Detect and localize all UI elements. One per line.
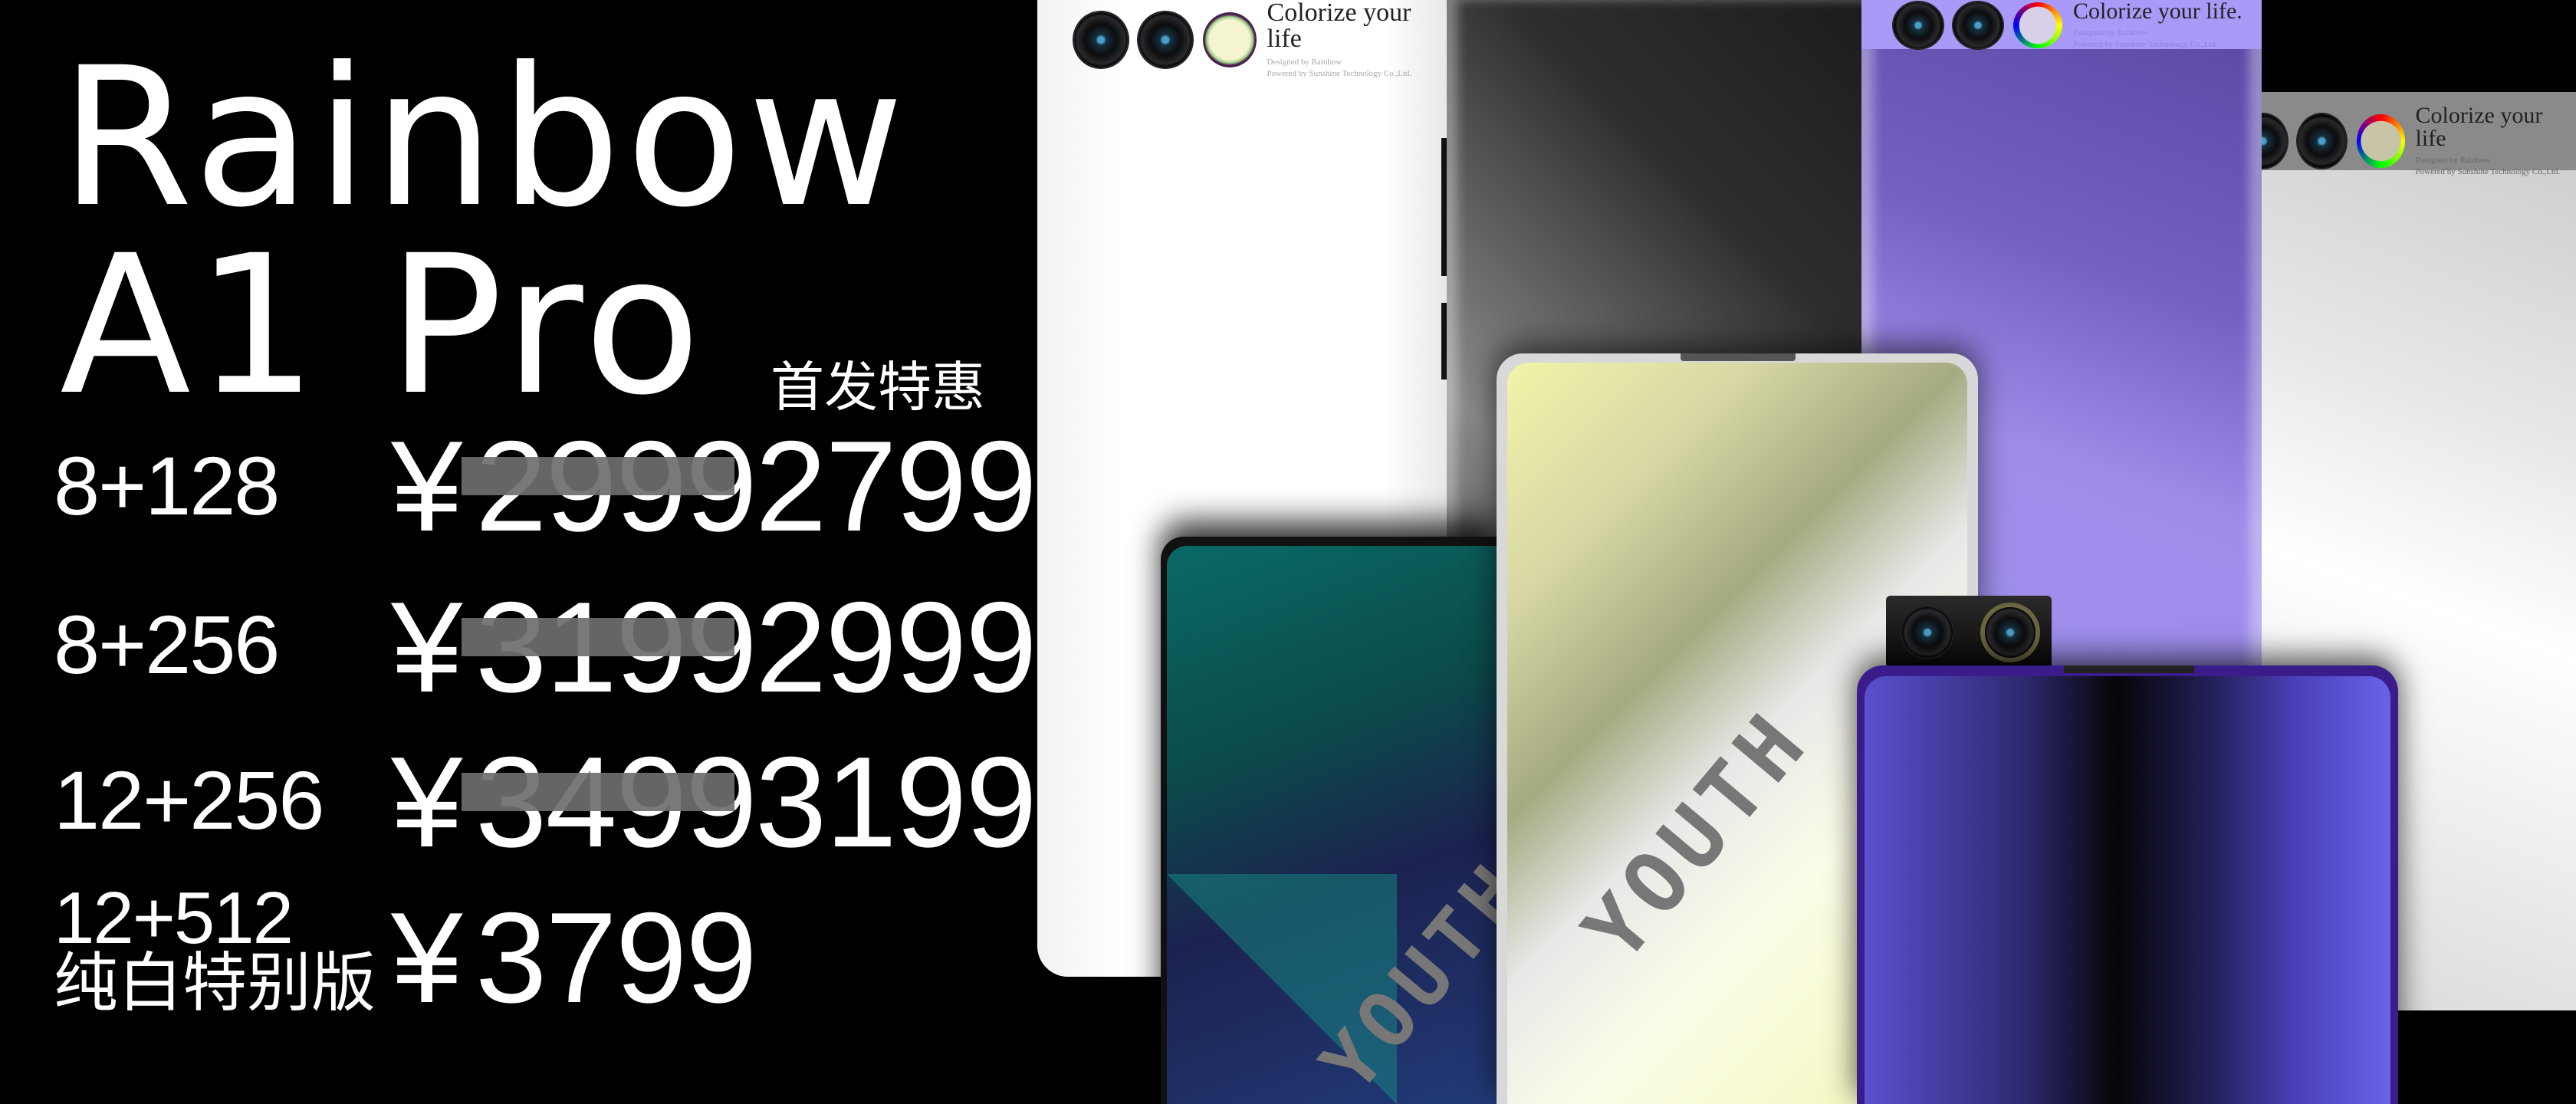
spec-8-128: 8+128 [54,439,280,532]
promo-price: 2999 [755,575,1037,719]
spec-8-256: 8+256 [54,598,280,691]
slogan: Colorize your life. [2073,0,2242,24]
promo-price: 2799 [755,414,1037,558]
product-name-line1: Rainbow [60,26,909,249]
currency-symbol: ¥ [391,886,462,1030]
branding-text: Colorize your life Designed by Rainbow Po… [1267,0,1447,80]
camera-module: Colorize your life Designed by Rainbow Po… [1074,0,1447,80]
promo-label: 首发特惠 [770,356,985,419]
flash-ring-icon [2356,113,2405,168]
camera-lens-icon [1138,12,1192,67]
camera-lens-icon [2297,113,2346,168]
speaker-grille [1681,353,1796,361]
strikethrough-bar [462,773,734,811]
camera-lens-icon [1953,2,2003,48]
currency-symbol: ¥ [391,575,462,719]
strikethrough-bar [462,457,734,495]
edition-price: 3799 [475,886,757,1030]
popup-camera [1886,596,2052,669]
branding-text: Colorize your life Designed by Rainbow Po… [2416,104,2576,178]
spec-12-512: 12+512 [54,877,294,959]
slogan: Colorize your life [1267,0,1411,53]
designed-by: Designed by Rainbow [1267,58,1342,67]
designed-by: Designed by Rainbow [2073,28,2148,38]
camera-lens-icon [2262,113,2287,168]
product-name-line2: A1 Pro [60,214,706,437]
branding-text: Colorize your life. Designed by Rainbow P… [2073,0,2242,51]
promo-price: 3199 [755,730,1037,874]
designed-by: Designed by Rainbow [2415,156,2491,165]
camera-lens-icon [1074,12,1128,67]
spec-12-256: 12+256 [54,754,324,846]
slogan: Colorize your life [2415,103,2543,151]
phone-indigo-front [1857,665,2398,1104]
flash-ring-icon [2013,2,2062,48]
strikethrough-bar [462,618,734,656]
powered-by: Powered by Sunshine Technology Co.,Ltd. [2415,166,2561,176]
currency-symbol: ¥ [391,414,462,558]
edition-label: 纯白特别版 [54,945,376,1020]
flash-ring-icon [1202,12,1257,67]
powered-by: Powered by Sunshine Technology Co.,Ltd. [1267,68,1412,78]
powered-by: Powered by Sunshine Technology Co.,Ltd. [2073,39,2218,49]
camera-module: Colorize your life. Designed by Rainbow P… [1894,0,2242,51]
speaker-grille [2064,665,2194,673]
camera-module: Colorize your life Designed by Rainbow Po… [2262,104,2576,178]
currency-symbol: ¥ [391,730,462,874]
camera-lens-icon [1985,606,2036,658]
phone-teal-front: YOUTH [1161,537,1498,1104]
camera-lens-icon [1894,2,1943,48]
camera-lens-icon [1902,606,1953,658]
